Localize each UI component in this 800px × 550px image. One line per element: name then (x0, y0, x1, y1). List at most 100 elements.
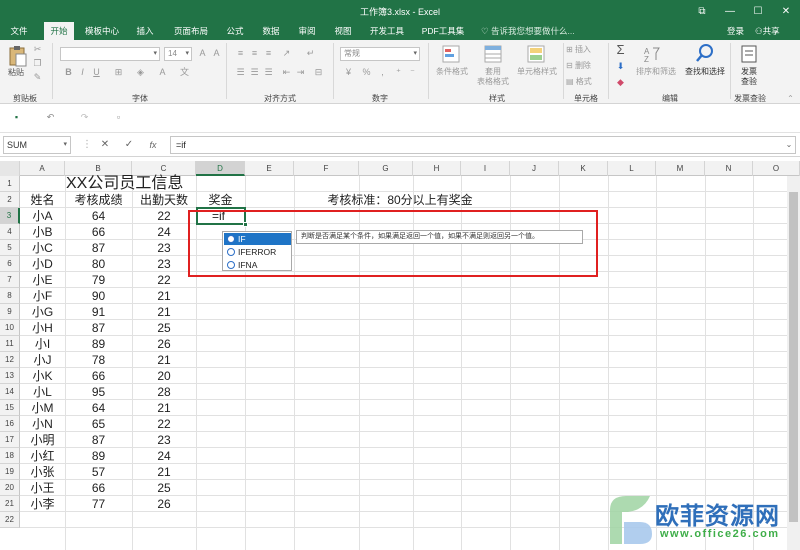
row-header-6[interactable]: 6 (0, 256, 20, 272)
column-header-a[interactable]: A (20, 161, 65, 176)
currency-icon[interactable]: ¥ (342, 66, 355, 79)
column-header-d[interactable]: D (196, 161, 245, 176)
find-select-button[interactable]: 查找和选择 (682, 67, 728, 77)
align-left-icon[interactable]: ☰ (234, 66, 247, 79)
attendance-cell[interactable]: 22 (132, 208, 196, 224)
row-header-2[interactable]: 2 (0, 192, 20, 208)
row-header-10[interactable]: 10 (0, 320, 20, 336)
autocomplete-item-ifna[interactable]: IFNA (224, 259, 291, 271)
tab-file[interactable]: 文件 (4, 22, 34, 40)
invoice-check-icon[interactable] (738, 43, 760, 65)
border-icon[interactable]: ⊞ (112, 66, 125, 79)
align-middle-icon[interactable]: ≡ (248, 47, 261, 60)
employee-name-cell[interactable]: 小李 (20, 496, 65, 512)
share-button[interactable]: ⚇共享 (755, 22, 780, 40)
format-painter-icon[interactable]: ✎ (31, 71, 44, 84)
attendance-cell[interactable]: 25 (132, 480, 196, 496)
attendance-cell[interactable]: 24 (132, 224, 196, 240)
login-link[interactable]: 登录 (727, 22, 744, 40)
score-cell[interactable]: 87 (65, 432, 132, 448)
maximize-icon[interactable]: ☐ (744, 0, 772, 22)
attendance-cell[interactable]: 21 (132, 400, 196, 416)
merge-center-icon[interactable]: ⊟ (312, 66, 325, 79)
employee-name-cell[interactable]: 小D (20, 256, 65, 272)
employee-name-cell[interactable]: 小红 (20, 448, 65, 464)
row-header-19[interactable]: 19 (0, 464, 20, 480)
conditional-format-icon[interactable] (440, 44, 462, 64)
score-cell[interactable]: 57 (65, 464, 132, 480)
sort-filter-button[interactable]: 排序和筛选 (634, 67, 678, 77)
row-header-9[interactable]: 9 (0, 304, 20, 320)
column-header-e[interactable]: E (245, 161, 294, 176)
attendance-cell[interactable]: 25 (132, 320, 196, 336)
score-cell[interactable]: 64 (65, 208, 132, 224)
autocomplete-item-iferror[interactable]: IFERROR (224, 246, 291, 258)
employee-name-cell[interactable]: 小N (20, 416, 65, 432)
column-header-c[interactable]: C (132, 161, 196, 176)
row-header-5[interactable]: 5 (0, 240, 20, 256)
format-as-table-icon[interactable] (482, 44, 504, 64)
header-attendance-cell[interactable]: 出勤天数 (132, 192, 196, 208)
employee-name-cell[interactable]: 小K (20, 368, 65, 384)
employee-name-cell[interactable]: 小F (20, 288, 65, 304)
score-cell[interactable]: 77 (65, 496, 132, 512)
tab-pdf-tools[interactable]: PDF工具集 (416, 22, 470, 40)
tab-formulas[interactable]: 公式 (220, 22, 250, 40)
bold-icon[interactable]: B (62, 66, 75, 79)
employee-name-cell[interactable]: 小L (20, 384, 65, 400)
score-cell[interactable]: 91 (65, 304, 132, 320)
save-icon[interactable]: ▪ (10, 111, 23, 124)
column-header-n[interactable]: N (705, 161, 753, 176)
employee-name-cell[interactable]: 小张 (20, 464, 65, 480)
cancel-icon[interactable]: ✕ (98, 138, 112, 152)
row-header-11[interactable]: 11 (0, 336, 20, 352)
select-all-corner[interactable] (0, 161, 20, 176)
column-header-j[interactable]: J (510, 161, 559, 176)
conditional-format-button[interactable]: 条件格式 (432, 67, 472, 77)
attendance-cell[interactable]: 22 (132, 272, 196, 288)
delete-cells-button[interactable]: ⊟ 删除 (566, 61, 606, 71)
employee-name-cell[interactable]: 小A (20, 208, 65, 224)
copy-icon[interactable]: ❐ (31, 57, 44, 70)
name-box[interactable]: SUM ▾ (3, 136, 71, 154)
score-cell[interactable]: 65 (65, 416, 132, 432)
column-header-f[interactable]: F (294, 161, 359, 176)
tell-me-search[interactable]: ♡ 告诉我您想要做什么... (481, 22, 575, 40)
row-header-21[interactable]: 21 (0, 496, 20, 512)
customize-qat-icon[interactable]: ▫ (112, 111, 125, 124)
column-header-o[interactable]: O (753, 161, 800, 176)
clear-icon[interactable]: ◆ (614, 76, 627, 89)
font-size-combo[interactable]: 14 ▾ (164, 47, 192, 61)
cut-icon[interactable]: ✂ (31, 43, 44, 56)
header-name-cell[interactable]: 姓名 (20, 192, 65, 208)
autocomplete-item-if[interactable]: IF (224, 233, 291, 245)
shrink-font-icon[interactable]: A (210, 47, 223, 60)
percent-icon[interactable]: % (360, 66, 373, 79)
score-cell[interactable]: 87 (65, 320, 132, 336)
close-icon[interactable]: ✕ (772, 0, 800, 22)
cell-styles-icon[interactable] (525, 44, 547, 64)
restore-icon[interactable]: ⧉ (688, 0, 716, 22)
row-header-13[interactable]: 13 (0, 368, 20, 384)
attendance-cell[interactable]: 23 (132, 240, 196, 256)
row-header-4[interactable]: 4 (0, 224, 20, 240)
employee-name-cell[interactable]: 小C (20, 240, 65, 256)
employee-name-cell[interactable]: 小J (20, 352, 65, 368)
comma-icon[interactable]: , (376, 66, 389, 79)
sort-filter-icon[interactable]: AZ (642, 44, 662, 64)
tab-data[interactable]: 数据 (256, 22, 286, 40)
underline-icon[interactable]: U (90, 66, 103, 79)
row-header-15[interactable]: 15 (0, 400, 20, 416)
employee-name-cell[interactable]: 小王 (20, 480, 65, 496)
score-cell[interactable]: 66 (65, 480, 132, 496)
attendance-cell[interactable]: 21 (132, 352, 196, 368)
orientation-icon[interactable]: ↗ (280, 47, 293, 60)
row-header-20[interactable]: 20 (0, 480, 20, 496)
score-cell[interactable]: 66 (65, 368, 132, 384)
column-header-b[interactable]: B (65, 161, 132, 176)
decrease-decimal-icon[interactable]: ⁻ (406, 66, 419, 79)
attendance-cell[interactable]: 21 (132, 288, 196, 304)
redo-icon[interactable]: ↷ (78, 111, 91, 124)
row-header-16[interactable]: 16 (0, 416, 20, 432)
paste-icon[interactable] (6, 44, 28, 68)
